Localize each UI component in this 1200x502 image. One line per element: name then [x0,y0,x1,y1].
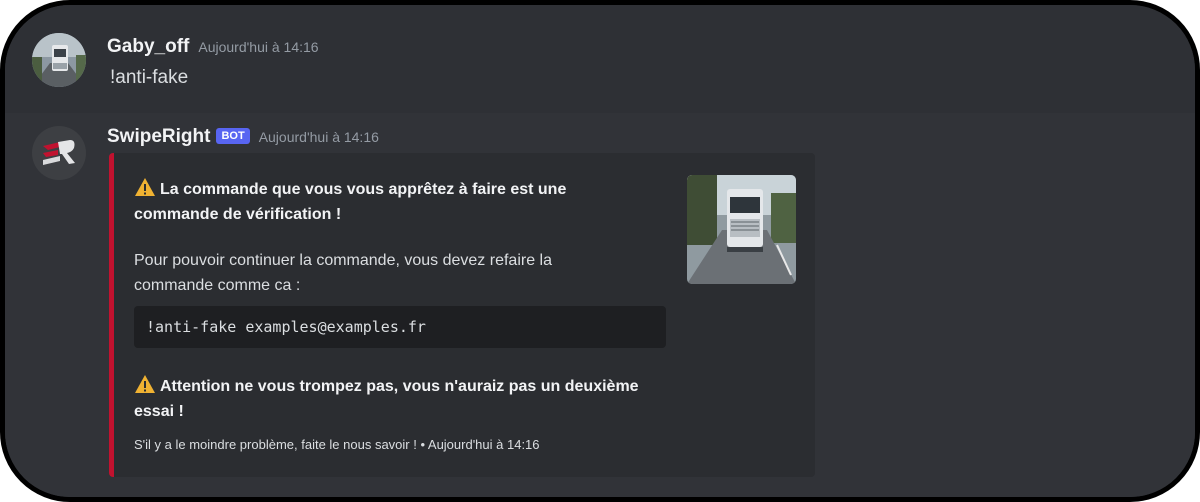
message-header: SwipeRight BOT Aujourd'hui à 14:16 [107,126,379,148]
embed-title-text: La commande que vous vous apprêtez à fai… [134,181,567,223]
message-user[interactable]: Gaby_off Aujourd'hui à 14:16 !anti-fake [5,5,1195,113]
embed: La commande que vous vous apprêtez à fai… [109,153,815,477]
username[interactable]: Gaby_off [107,36,189,58]
warning-icon [134,374,156,394]
timestamp[interactable]: Aujourd'hui à 14:16 [198,39,318,55]
timestamp[interactable]: Aujourd'hui à 14:16 [259,129,379,145]
chat-frame: Gaby_off Aujourd'hui à 14:16 !anti-fake … [0,0,1200,502]
embed-footer: S'il y a le moindre problème, faite le n… [134,437,540,452]
message-header: Gaby_off Aujourd'hui à 14:16 [107,36,319,58]
swiperight-logo-icon[interactable] [32,126,86,180]
code-block[interactable]: !anti-fake examples@examples.fr [134,306,666,348]
truck-avatar-icon[interactable] [32,33,86,87]
message-bot[interactable]: SwipeRight BOT Aujourd'hui à 14:16 La co… [5,113,1195,497]
bot-badge: BOT [216,128,250,144]
username[interactable]: SwipeRight [107,126,210,148]
embed-warning: Attention ne vous trompez pas, vous n'au… [134,374,654,424]
warning-icon [134,177,156,197]
embed-description: Pour pouvoir continuer la commande, vous… [134,252,552,294]
message-content: !anti-fake [110,67,189,88]
embed-warning-text: Attention ne vous trompez pas, vous n'au… [134,378,639,420]
embed-title: La commande que vous vous apprêtez à fai… [134,177,624,227]
truck-thumbnail-icon[interactable] [687,175,796,284]
